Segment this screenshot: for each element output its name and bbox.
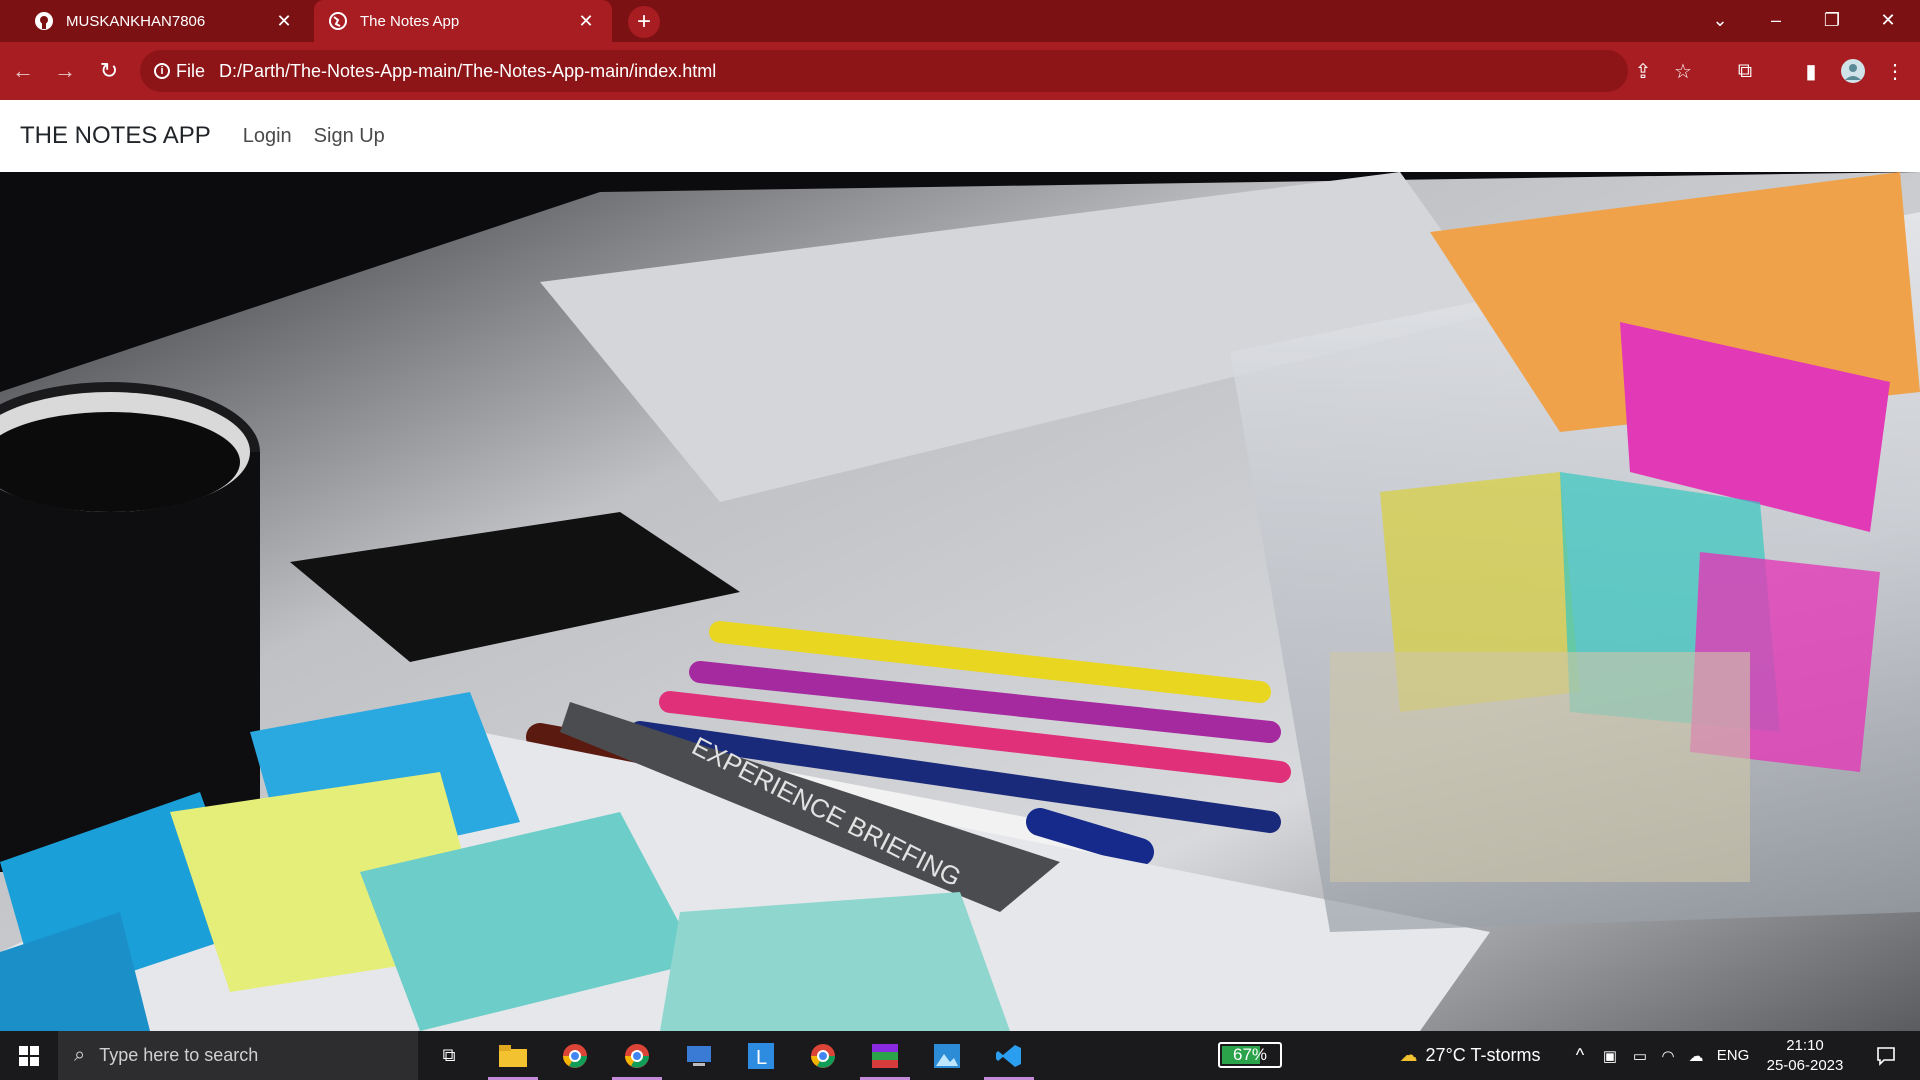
extensions-icon[interactable]: ⧉ (1730, 56, 1760, 86)
globe-icon (328, 11, 348, 31)
tab-title: MUSKANKHAN7806 (66, 12, 206, 30)
taskbar: ⌕ Type here to search ⧉ L 67% ☁ 27°C T-s… (0, 1031, 1920, 1080)
forward-icon[interactable]: → (50, 56, 80, 86)
tray-device-icon[interactable]: ▣ (1598, 1031, 1622, 1080)
site-info-label: File (176, 60, 206, 81)
chrome-alt-icon[interactable] (794, 1031, 852, 1080)
restore-icon[interactable]: ❐ (1804, 0, 1860, 40)
svg-text:L: L (756, 1047, 767, 1069)
share-icon[interactable]: ⇪ (1628, 56, 1658, 86)
reload-icon[interactable]: ↻ (94, 56, 124, 86)
windows-start-icon[interactable] (0, 1031, 58, 1080)
url-text: D:/Parth/The-Notes-App-main/The-Notes-Ap… (219, 60, 717, 81)
site-info-button[interactable]: i File (154, 61, 205, 82)
task-view-icon[interactable]: ⧉ (420, 1031, 478, 1080)
info-icon: i (154, 63, 170, 79)
tab-title: The Notes App (360, 12, 460, 30)
language-indicator[interactable]: ENG (1712, 1031, 1754, 1080)
profile-avatar[interactable] (1838, 56, 1868, 86)
tray-chevron-icon[interactable]: ^ (1568, 1031, 1592, 1080)
login-link[interactable]: Login (243, 125, 292, 148)
weather-icon: ☁ (1399, 1045, 1418, 1065)
desk-photo-illustration: EXPERIENCE BRIEFING (0, 172, 1920, 1031)
file-explorer-icon[interactable] (484, 1031, 542, 1080)
close-icon[interactable]: ✕ (576, 11, 596, 31)
vscode-icon[interactable] (980, 1031, 1038, 1080)
page-navbar: THE NOTES APP Login Sign Up (0, 100, 1920, 172)
onedrive-icon[interactable]: ☁ (1684, 1031, 1708, 1080)
menu-icon[interactable]: ⋮ (1880, 56, 1910, 86)
close-icon[interactable]: ✕ (274, 11, 294, 31)
search-icon: ⌕ (74, 1044, 86, 1066)
tab-notes-app[interactable]: The Notes App ✕ (314, 0, 612, 42)
archive-app-icon[interactable] (856, 1031, 914, 1080)
notifications-icon[interactable] (1866, 1031, 1906, 1080)
clock[interactable]: 21:10 25-06-2023 (1760, 1031, 1850, 1080)
search-placeholder: Type here to search (99, 1045, 259, 1065)
hero-image: EXPERIENCE BRIEFING (0, 172, 1920, 1031)
close-window-icon[interactable]: ✕ (1860, 0, 1916, 40)
tab-search-icon[interactable]: ⌄ (1692, 0, 1748, 40)
remote-desktop-icon[interactable] (670, 1031, 728, 1080)
signup-link[interactable]: Sign Up (314, 125, 385, 148)
github-icon (34, 11, 54, 31)
wifi-icon[interactable]: ◠ (1656, 1031, 1680, 1080)
chrome-profile-icon[interactable] (608, 1031, 666, 1080)
new-tab-button[interactable]: + (628, 6, 660, 38)
side-panel-icon[interactable]: ▮ (1796, 56, 1826, 86)
weather-widget[interactable]: ☁ 27°C T-storms (1380, 1031, 1560, 1080)
minimize-icon[interactable]: – (1748, 0, 1804, 40)
chrome-icon[interactable] (546, 1031, 604, 1080)
battery-indicator[interactable]: 67% (1218, 1042, 1282, 1068)
l-app-icon[interactable]: L (732, 1031, 790, 1080)
browser-tab-strip: MUSKANKHAN7806 ✕ The Notes App ✕ + ⌄ – ❐… (0, 0, 1920, 42)
address-bar[interactable]: i File D:/Parth/The-Notes-App-main/The-N… (140, 50, 1628, 92)
taskbar-search-input[interactable]: ⌕ Type here to search (58, 1031, 418, 1080)
brand-title[interactable]: THE NOTES APP (20, 122, 211, 150)
clock-date: 25-06-2023 (1766, 1056, 1844, 1074)
battery-percent: 67% (1232, 1045, 1268, 1064)
browser-toolbar: ← → ↻ i File D:/Parth/The-Notes-App-main… (0, 42, 1920, 100)
photos-icon[interactable] (918, 1031, 976, 1080)
clock-time: 21:10 (1786, 1036, 1824, 1054)
bookmark-star-icon[interactable]: ☆ (1668, 56, 1698, 86)
weather-text: 27°C T-storms (1425, 1045, 1541, 1065)
tab-github[interactable]: MUSKANKHAN7806 ✕ (20, 0, 310, 42)
back-icon[interactable]: ← (8, 56, 38, 86)
tray-battery-icon[interactable]: ▭ (1628, 1031, 1652, 1080)
